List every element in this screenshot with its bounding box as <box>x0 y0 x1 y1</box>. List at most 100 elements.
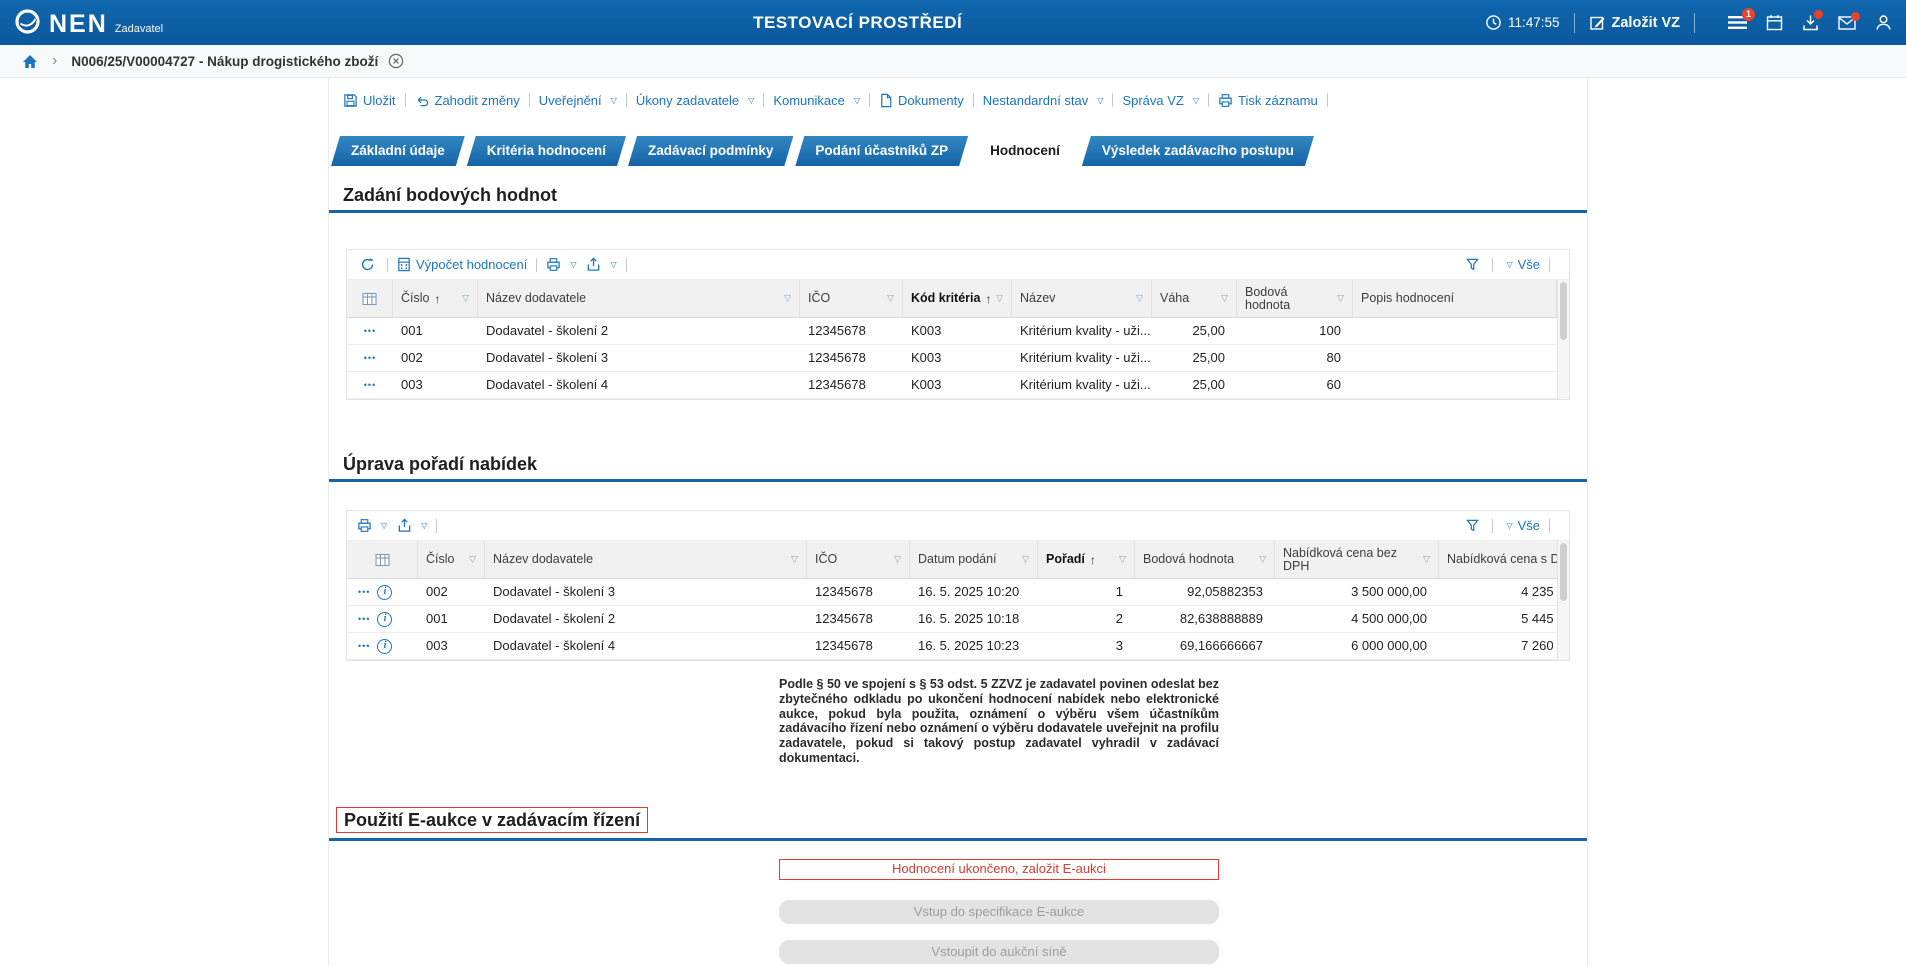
filter-dropdown-icon[interactable] <box>1018 554 1029 565</box>
calendar-button[interactable] <box>1766 14 1783 31</box>
close-icon[interactable] <box>388 53 404 69</box>
save-button[interactable]: Uložit <box>343 93 396 108</box>
filter-dropdown-icon[interactable] <box>458 293 469 304</box>
finish-evaluation-create-eauction-button[interactable]: Hodnocení ukončeno, založit E-aukci <box>779 859 1219 880</box>
column-header-vaha[interactable]: Váha <box>1152 280 1237 317</box>
column-header-kod-kriteria[interactable]: Kód kritéria <box>903 280 1012 317</box>
row-menu-icon[interactable] <box>358 588 370 597</box>
table-row[interactable]: 002 Dodavatel - školení 3 12345678 K003 … <box>347 345 1557 372</box>
column-header-nazev-dodavatele[interactable]: Název dodavatele <box>478 280 800 317</box>
filter-dropdown-icon[interactable] <box>1115 554 1126 565</box>
row-menu-icon[interactable] <box>364 327 376 336</box>
row-menu-icon[interactable] <box>358 642 370 651</box>
table-row[interactable]: 002 Dodavatel - školení 3 12345678 16. 5… <box>347 579 1559 606</box>
row-menu-icon[interactable] <box>364 354 376 363</box>
scrollbar-thumb[interactable] <box>1560 282 1567 340</box>
print-grid-button[interactable] <box>546 257 576 272</box>
filter-dropdown-icon[interactable] <box>1255 554 1266 565</box>
eauction-specification-button[interactable]: Vstup do specifikace E-aukce <box>779 900 1219 924</box>
column-chooser-cell[interactable] <box>347 541 418 578</box>
communication-menu[interactable]: Komunikace <box>773 93 860 108</box>
tab-kriteria-hodnoceni[interactable]: Kritéria hodnocení <box>467 136 626 166</box>
column-header-cena-s-dph[interactable]: Nabídková cena s DPH <box>1439 541 1559 578</box>
show-all-link[interactable]: Vše <box>1502 257 1540 272</box>
info-icon[interactable] <box>377 585 392 600</box>
filter-dropdown-icon[interactable] <box>1419 554 1430 565</box>
vertical-scrollbar[interactable] <box>1557 280 1569 399</box>
info-icon[interactable] <box>377 612 392 627</box>
filter-dropdown-icon[interactable] <box>883 293 894 304</box>
table-row[interactable]: 003 Dodavatel - školení 4 12345678 K003 … <box>347 372 1557 399</box>
table-row[interactable]: 001 Dodavatel - školení 2 12345678 16. 5… <box>347 606 1559 633</box>
menu-button[interactable]: 1 <box>1728 15 1747 30</box>
row-menu-icon[interactable] <box>358 615 370 624</box>
home-icon[interactable] <box>22 54 38 69</box>
filter-dropdown-icon[interactable] <box>1132 293 1143 304</box>
divider <box>626 258 627 272</box>
column-header-ico[interactable]: IČO <box>800 280 903 317</box>
downloads-button[interactable] <box>1802 14 1819 31</box>
row-menu-icon[interactable] <box>364 381 376 390</box>
column-header-popis-hodnoceni[interactable]: Popis hodnocení <box>1353 280 1557 317</box>
filter-dropdown-icon[interactable] <box>1333 293 1344 304</box>
column-header-nazev[interactable]: Název <box>1012 280 1152 317</box>
tab-zadavaci-podminky[interactable]: Zadávací podmínky <box>628 136 793 166</box>
tab-podani-ucastniku[interactable]: Podání účastníků ZP <box>795 136 968 166</box>
column-header-ico[interactable]: IČO <box>807 541 910 578</box>
column-header-cislo[interactable]: Číslo <box>418 541 485 578</box>
info-icon[interactable] <box>377 639 392 654</box>
column-header-datum-podani[interactable]: Datum podání <box>910 541 1038 578</box>
divider <box>405 93 406 107</box>
breadcrumb-current-item[interactable]: N006/25/V00004727 - Nákup drogistického … <box>71 54 378 69</box>
user-button[interactable] <box>1875 14 1892 31</box>
documents-button[interactable]: Dokumenty <box>879 93 964 108</box>
column-header-nazev-dodavatele[interactable]: Název dodavatele <box>485 541 807 578</box>
ranking-grid-toolbar: Vše <box>347 511 1569 541</box>
vz-administration-menu[interactable]: Správa VZ <box>1122 93 1199 108</box>
column-header-bodova-hodnota[interactable]: Bodová hodnota <box>1237 280 1353 317</box>
filter-dropdown-icon[interactable] <box>992 293 1003 304</box>
nonstandard-state-menu[interactable]: Nestandardní stav <box>983 93 1104 108</box>
filter-icon[interactable] <box>1465 518 1480 533</box>
export-grid-button[interactable] <box>397 518 427 533</box>
tab-zakladni-udaje[interactable]: Základní údaje <box>331 136 465 166</box>
calculator-icon <box>397 257 411 272</box>
filter-icon[interactable] <box>1465 257 1480 272</box>
divider <box>973 93 974 107</box>
table-row[interactable]: 001 Dodavatel - školení 2 12345678 K003 … <box>347 318 1557 345</box>
discard-changes-button[interactable]: Zahodit změny <box>415 93 520 108</box>
column-header-cislo[interactable]: Číslo <box>393 280 478 317</box>
calculate-scoring-button[interactable]: Výpočet hodnocení <box>397 257 527 272</box>
refresh-icon[interactable] <box>360 257 375 272</box>
filter-dropdown-icon[interactable] <box>787 554 798 565</box>
menu-badge: 1 <box>1742 8 1755 21</box>
publish-menu[interactable]: Uveřejnění <box>539 93 617 108</box>
chevron-down-icon <box>748 96 754 105</box>
messages-button[interactable] <box>1838 16 1856 30</box>
print-grid-button[interactable] <box>357 518 387 533</box>
scrollbar-thumb[interactable] <box>1560 543 1567 601</box>
contracting-actions-menu[interactable]: Úkony zadavatele <box>636 93 755 108</box>
column-chooser-cell[interactable] <box>347 280 393 317</box>
filter-dropdown-icon[interactable] <box>780 293 791 304</box>
column-header-cena-bez-dph[interactable]: Nabídková cena bez DPH <box>1275 541 1439 578</box>
create-vz-button[interactable]: Založit VZ <box>1589 14 1680 31</box>
export-grid-button[interactable] <box>586 257 616 272</box>
tab-vysledek[interactable]: Výsledek zadávacího postupu <box>1082 136 1314 166</box>
table-row[interactable]: 003 Dodavatel - školení 4 12345678 16. 5… <box>347 633 1559 660</box>
ranking-grid-header: Číslo Název dodavatele IČO Datum podání … <box>347 541 1559 579</box>
print-record-button[interactable]: Tisk záznamu <box>1218 93 1318 108</box>
column-header-poradi[interactable]: Pořadí <box>1038 541 1135 578</box>
brand[interactable]: NEN Zadavatel <box>0 8 163 37</box>
filter-dropdown-icon[interactable] <box>465 554 476 565</box>
tab-hodnoceni[interactable]: Hodnocení <box>970 136 1080 166</box>
highlighted-title: Použití E-aukce v zadávacím řízení <box>336 807 648 833</box>
enter-auction-hall-button[interactable]: Vstoupit do aukční síně <box>779 940 1219 964</box>
vertical-scrollbar[interactable] <box>1557 541 1569 660</box>
filter-dropdown-icon[interactable] <box>1217 293 1228 304</box>
column-header-bodova-hodnota[interactable]: Bodová hodnota <box>1135 541 1275 578</box>
filter-dropdown-icon[interactable] <box>890 554 901 565</box>
show-all-link[interactable]: Vše <box>1502 518 1540 533</box>
sort-asc-icon <box>985 292 991 306</box>
chevron-down-icon <box>1097 96 1103 105</box>
